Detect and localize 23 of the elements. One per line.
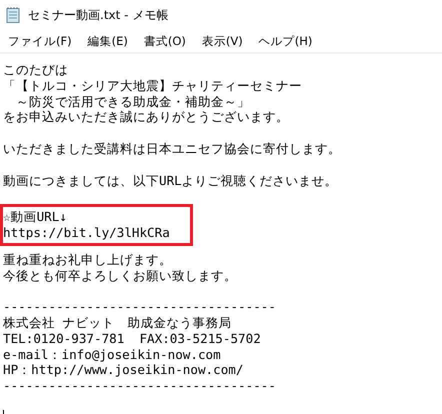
text-line: ☆動画URL↓	[3, 209, 67, 225]
text-line: 「【トルコ・シリア大地震】チャリティーセミナー	[3, 78, 302, 94]
text-line: HP：http://www.joseikin-now.com/	[3, 362, 244, 378]
text-line: TEL:0120-937-781 FAX:03-5215-5702	[3, 330, 261, 347]
text-line: 今後とも何卒よろしくお願い致します。	[3, 268, 237, 284]
text-line: ------------------------------------	[3, 378, 276, 394]
menu-item[interactable]: 編集(E)	[82, 32, 134, 50]
text-line: をお申込みいただき誠にありがとうございます。	[3, 109, 289, 126]
text-line: ------------------------------------	[3, 299, 276, 315]
text-line: ～防災で活用できる助成金・補助金～」	[15, 94, 250, 110]
text-line: 重ね重ねお礼申し上げます。	[3, 252, 172, 268]
text-line: このたびは	[3, 62, 68, 78]
menu-item[interactable]: ファイル(F)	[2, 32, 78, 50]
text-line: 株式会社 ナビット 助成金なう事務局	[3, 314, 232, 331]
menu-item[interactable]: 書式(O)	[138, 32, 192, 50]
text-line: 動画につきましては、以下URLよりご視聴くださいませ。	[3, 172, 338, 188]
text-line: https://bit.ly/3lHkCRa	[3, 224, 170, 241]
window-title: セミナー動画.txt - メモ帳	[28, 6, 168, 24]
text-line: いただきました受講料は日本ユニセフ協会に寄付します。	[3, 140, 341, 157]
menu-item[interactable]: ヘルプ(H)	[252, 32, 318, 50]
text-line: e-mail：info@joseikin-now.com	[3, 346, 221, 362]
menu-item[interactable]: 表示(V)	[196, 32, 249, 50]
notepad-icon	[6, 7, 20, 23]
